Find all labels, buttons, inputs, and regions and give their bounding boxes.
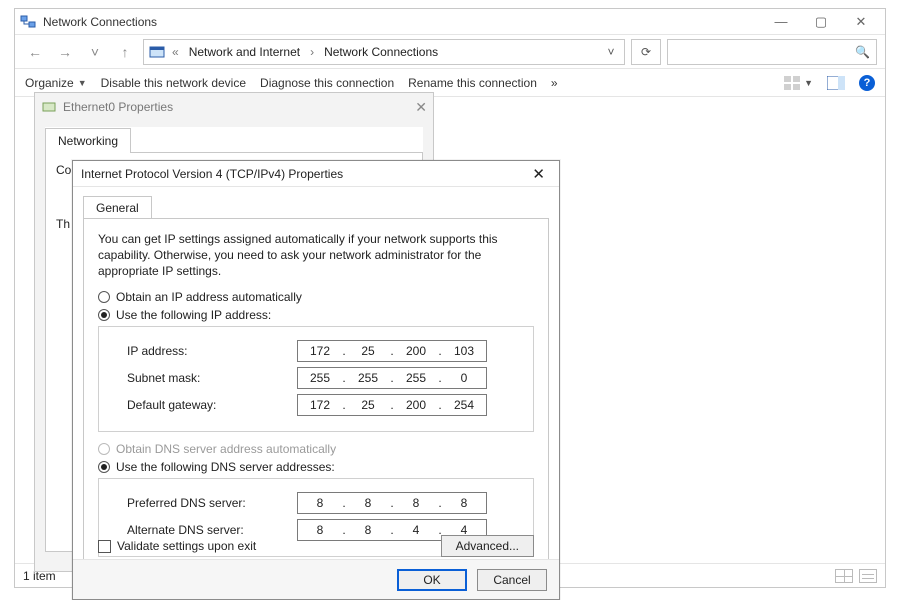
minimize-button[interactable]: — [761, 10, 801, 34]
maximize-button[interactable]: ▢ [801, 10, 841, 34]
ethernet-icon [41, 99, 57, 115]
ipv4-description: You can get IP settings assigned automat… [98, 231, 534, 280]
back-button[interactable]: ← [23, 40, 47, 64]
preferred-dns-input[interactable]: 8. 8. 8. 8 [297, 492, 487, 514]
preview-pane-button[interactable] [827, 76, 845, 90]
ip-address-label: IP address: [127, 344, 297, 358]
explorer-titlebar[interactable]: Network Connections — ▢ ✕ [15, 9, 885, 35]
history-dropdown[interactable]: ˅ [83, 40, 107, 64]
preferred-dns-label: Preferred DNS server: [127, 496, 297, 510]
cancel-button[interactable]: Cancel [477, 569, 547, 591]
ipv4-title: Internet Protocol Version 4 (TCP/IPv4) P… [81, 167, 526, 181]
tab-general[interactable]: General [83, 196, 152, 219]
organize-label: Organize [25, 76, 74, 90]
default-gateway-label: Default gateway: [127, 398, 297, 412]
explorer-nav-row: ← → ˅ ↑ « Network and Internet › Network… [15, 35, 885, 69]
ethernet-titlebar[interactable]: Ethernet0 Properties ✕ [35, 93, 433, 121]
opt-use-static-dns-label: Use the following DNS server addresses: [116, 460, 335, 474]
dialog-button-row: OK Cancel [73, 559, 559, 599]
opt-obtain-ip-auto-label: Obtain an IP address automatically [116, 290, 302, 304]
close-icon[interactable]: ✕ [526, 165, 551, 183]
rename-button[interactable]: Rename this connection [408, 76, 537, 90]
help-icon: ? [859, 75, 875, 91]
view-options-icon [784, 76, 800, 90]
tab-networking[interactable]: Networking [45, 128, 131, 153]
breadcrumb-seg-2[interactable]: Network Connections [320, 43, 442, 61]
chevron-right-icon: › [308, 45, 316, 59]
breadcrumb-seg-1[interactable]: Network and Internet [185, 43, 304, 61]
view-options-button[interactable]: ▼ [784, 76, 813, 90]
refresh-button[interactable]: ⟳ [631, 39, 661, 65]
close-icon[interactable]: ✕ [415, 99, 427, 116]
explorer-title: Network Connections [43, 15, 761, 29]
close-button[interactable]: ✕ [841, 10, 881, 34]
breadcrumb-bar[interactable]: « Network and Internet › Network Connect… [143, 39, 625, 65]
toolbar-overflow[interactable]: » [551, 76, 558, 90]
opt-use-static-dns[interactable]: Use the following DNS server addresses: [98, 460, 534, 474]
search-input[interactable]: 🔍 [667, 39, 877, 65]
forward-button[interactable]: → [53, 40, 77, 64]
view-large-icons-button[interactable] [835, 569, 853, 583]
diagnose-button[interactable]: Diagnose this connection [260, 76, 394, 90]
address-dropdown-icon[interactable]: ˅ [602, 45, 620, 59]
ip-address-input[interactable]: 172. 25. 200. 103 [297, 340, 487, 362]
opt-use-static-ip[interactable]: Use the following IP address: [98, 308, 534, 322]
subnet-mask-input[interactable]: 255. 255. 255. 0 [297, 367, 487, 389]
control-panel-icon [148, 43, 166, 61]
caret-down-icon: ▼ [804, 78, 813, 88]
validate-checkbox[interactable] [98, 540, 111, 553]
ip-address-group: Obtain an IP address automatically Use t… [98, 290, 534, 432]
help-button[interactable]: ? [859, 75, 875, 91]
preview-pane-icon [827, 76, 845, 90]
validate-label: Validate settings upon exit [117, 539, 256, 553]
network-connections-icon [19, 13, 37, 31]
radio-disabled-icon [98, 443, 110, 455]
ethernet-title: Ethernet0 Properties [63, 100, 415, 114]
organize-menu[interactable]: Organize ▼ [25, 76, 87, 90]
disable-device-button[interactable]: Disable this network device [101, 76, 246, 90]
subnet-mask-label: Subnet mask: [127, 371, 297, 385]
general-panel: You can get IP settings assigned automat… [83, 218, 549, 568]
ok-button[interactable]: OK [397, 569, 467, 591]
view-details-button[interactable] [859, 569, 877, 583]
opt-obtain-dns-auto: Obtain DNS server address automatically [98, 442, 534, 456]
advanced-button[interactable]: Advanced... [441, 535, 534, 557]
radio-checked-icon [98, 309, 110, 321]
search-icon: 🔍 [855, 45, 870, 59]
ipv4-titlebar[interactable]: Internet Protocol Version 4 (TCP/IPv4) P… [73, 161, 559, 187]
opt-obtain-ip-auto[interactable]: Obtain an IP address automatically [98, 290, 534, 304]
breadcrumb-prefix: « [170, 45, 181, 59]
radio-icon [98, 291, 110, 303]
default-gateway-input[interactable]: 172. 25. 200. 254 [297, 394, 487, 416]
up-button[interactable]: ↑ [113, 40, 137, 64]
caret-down-icon: ▼ [78, 78, 87, 88]
radio-checked-icon [98, 461, 110, 473]
opt-obtain-dns-auto-label: Obtain DNS server address automatically [116, 442, 336, 456]
ipv4-properties-dialog: Internet Protocol Version 4 (TCP/IPv4) P… [72, 160, 560, 600]
opt-use-static-ip-label: Use the following IP address: [116, 308, 271, 322]
